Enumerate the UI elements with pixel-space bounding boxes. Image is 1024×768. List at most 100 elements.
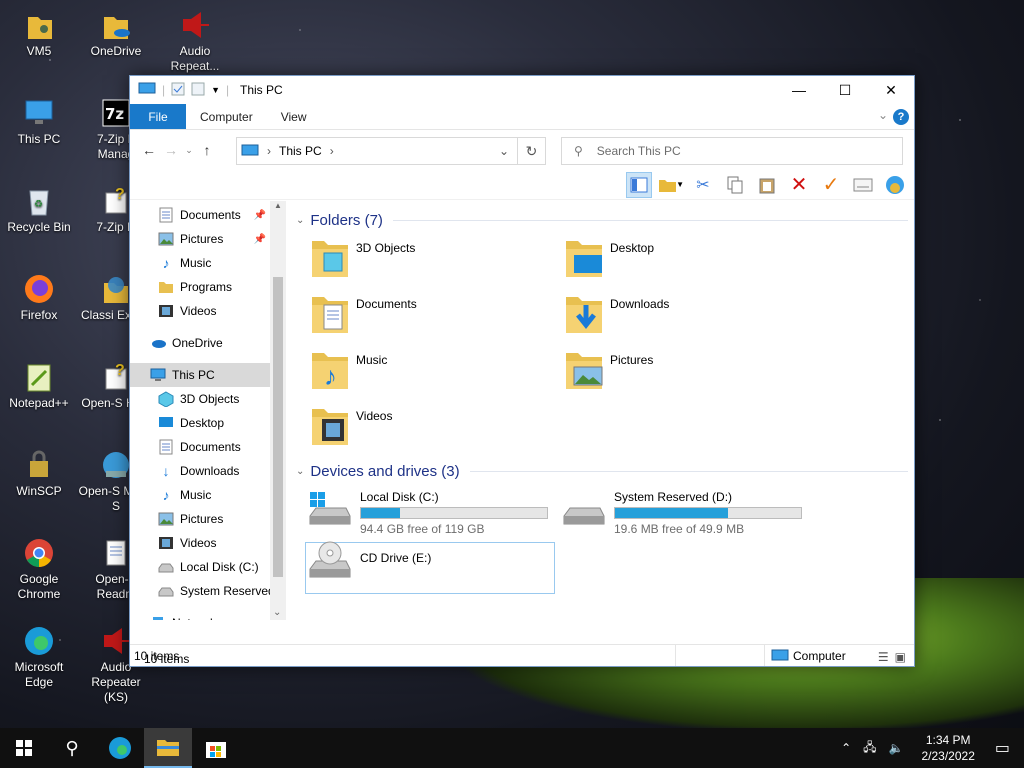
group-divider: [469, 470, 908, 472]
folder-name: Videos: [356, 409, 393, 423]
properties-icon[interactable]: [171, 82, 185, 99]
address-dropdown-icon[interactable]: ⌄: [499, 144, 509, 158]
start-button[interactable]: [0, 728, 48, 768]
folder-music[interactable]: ♪ Music: [310, 347, 550, 399]
taskbar-edge[interactable]: [96, 728, 144, 768]
maximize-button[interactable]: ☐: [822, 76, 868, 104]
action-center-icon[interactable]: ▭: [995, 738, 1010, 758]
folder-pictures[interactable]: Pictures: [564, 347, 804, 399]
desktop-icon-microsoft-edge[interactable]: Microsoft Edge: [1, 624, 77, 690]
nav-item-pictures[interactable]: Pictures 📌: [130, 227, 286, 251]
nav-item-videos[interactable]: Videos: [130, 299, 286, 323]
folder-videos[interactable]: Videos: [310, 403, 550, 455]
paste-icon[interactable]: [754, 172, 780, 198]
drive-system-reserved-d[interactable]: System Reserved (D:) 19.6 MB free of 49.…: [560, 490, 810, 542]
desktop-icon-audio-repeat[interactable]: Audio Repeat...: [157, 8, 233, 74]
show-hidden-icons-icon[interactable]: ⌃: [841, 741, 851, 755]
network-icon[interactable]: 🖧: [863, 738, 876, 759]
nav-item-documents[interactable]: Documents 📌: [130, 203, 286, 227]
classic-explorer-icon: [99, 272, 133, 306]
collapse-chevron-icon[interactable]: ⌄: [296, 466, 304, 477]
folder-3d-objects[interactable]: 3D Objects: [310, 235, 550, 287]
nav-item-3d-objects[interactable]: 3D Objects: [130, 387, 286, 411]
refresh-button[interactable]: ↻: [518, 137, 546, 165]
scroll-up-icon[interactable]: ▲: [274, 201, 282, 210]
breadcrumb-chevron-icon[interactable]: ›: [267, 144, 271, 158]
nav-item-system-reserved[interactable]: System Reserved: [130, 579, 286, 603]
help-button[interactable]: ?: [893, 109, 909, 125]
desktop-icon-vm5[interactable]: VM5: [1, 8, 77, 59]
folder-name: Desktop: [610, 241, 655, 255]
address-bar[interactable]: › This PC › ⌄: [236, 137, 518, 165]
videos-folder-icon: [312, 409, 348, 445]
volume-icon[interactable]: 🔈: [889, 741, 904, 755]
nav-item-music[interactable]: ♪ Music: [130, 483, 286, 507]
nav-item-videos[interactable]: Videos: [130, 531, 286, 555]
folder-desktop[interactable]: Desktop: [564, 235, 804, 287]
desktop-icon-onedrive[interactable]: OneDrive: [78, 8, 154, 59]
folder-name: Documents: [356, 297, 417, 311]
desktop-icon-notepad-plus-plus[interactable]: Notepad++: [1, 360, 77, 411]
desktop-icon-label: VM5: [26, 44, 52, 58]
desktop-icon-this-pc[interactable]: This PC: [1, 96, 77, 147]
nav-item-music[interactable]: ♪ Music: [130, 251, 286, 275]
nav-item-programs[interactable]: Programs: [130, 275, 286, 299]
nav-item-this-pc[interactable]: This PC: [130, 363, 286, 387]
nav-item-pictures[interactable]: Pictures: [130, 507, 286, 531]
search-box[interactable]: ⚲ Search This PC: [561, 137, 903, 165]
nav-item-onedrive[interactable]: OneDrive: [130, 331, 286, 355]
up-button[interactable]: ↑: [196, 142, 218, 158]
scroll-down-icon[interactable]: ⌄: [273, 607, 281, 618]
folders-group-header[interactable]: ⌄ Folders (7): [290, 208, 914, 232]
tab-computer[interactable]: Computer: [186, 104, 267, 129]
desktop-icon-winscp[interactable]: WinSCP: [1, 448, 77, 499]
nav-item-local-disk-c[interactable]: Local Disk (C:): [130, 555, 286, 579]
navigation-pane-toggle-icon[interactable]: [626, 171, 652, 198]
open-shell-settings-icon[interactable]: [882, 172, 908, 198]
onedrive-folder-icon: [99, 8, 133, 42]
taskbar-store[interactable]: [192, 728, 240, 768]
desktop-icon-firefox[interactable]: Firefox: [1, 272, 77, 323]
desktop-icon-recycle-bin[interactable]: ♻ Recycle Bin: [1, 184, 77, 235]
tab-view[interactable]: View: [267, 104, 321, 129]
drive-local-disk-c[interactable]: Local Disk (C:) 94.4 GB free of 119 GB: [306, 490, 556, 542]
clock[interactable]: 1:34 PM 2/23/2022: [921, 732, 974, 764]
new-folder-icon[interactable]: [191, 82, 205, 99]
customize-qat-icon[interactable]: ▼: [211, 85, 220, 95]
network-icon: [150, 615, 166, 620]
breadcrumb-this-pc[interactable]: This PC: [279, 144, 322, 158]
properties-check-icon[interactable]: ✓: [818, 172, 844, 198]
this-pc-icon[interactable]: [138, 82, 156, 99]
devices-group-header[interactable]: ⌄ Devices and drives (3): [290, 459, 914, 483]
nav-scrollbar[interactable]: ▲ ⌄: [270, 201, 286, 620]
desktop-icon-google-chrome[interactable]: Google Chrome: [1, 536, 77, 602]
minimize-button[interactable]: —: [776, 76, 822, 104]
cut-icon[interactable]: ✂: [690, 172, 716, 198]
desktop-icon-label: Notepad++: [9, 396, 69, 410]
email-icon[interactable]: [850, 172, 876, 198]
delete-icon[interactable]: ✕: [786, 172, 812, 198]
folder-options-icon[interactable]: ▼: [658, 172, 684, 198]
close-button[interactable]: ✕: [868, 76, 914, 104]
recent-locations-button[interactable]: ⌄: [182, 145, 196, 156]
nav-item-documents[interactable]: Documents: [130, 435, 286, 459]
copy-icon[interactable]: [722, 172, 748, 198]
folder-documents[interactable]: Documents: [310, 291, 550, 343]
nav-item-label: Music: [180, 488, 212, 502]
back-button[interactable]: ←: [138, 142, 160, 158]
breadcrumb-chevron-icon[interactable]: ›: [330, 144, 334, 158]
drive-cd-drive-e[interactable]: CD Drive (E:): [305, 541, 555, 594]
taskbar-file-explorer[interactable]: [144, 728, 192, 768]
collapse-chevron-icon[interactable]: ⌄: [296, 215, 304, 226]
tab-file[interactable]: File: [130, 104, 186, 129]
search-button[interactable]: ⚲: [48, 728, 96, 768]
nav-item-network[interactable]: Network: [130, 611, 286, 620]
folder-downloads[interactable]: Downloads: [564, 291, 804, 343]
expand-ribbon-icon[interactable]: ⌄: [878, 108, 888, 122]
nav-scrollbar-thumb[interactable]: [273, 277, 283, 577]
nav-item-downloads[interactable]: ↓ Downloads: [130, 459, 286, 483]
forward-button[interactable]: →: [160, 142, 182, 158]
title-bar[interactable]: | ▼ | This PC — ☐ ✕: [130, 76, 914, 104]
navigation-pane: Documents 📌 Pictures 📌 ♪ Music Programs Videos O…: [130, 201, 286, 620]
nav-item-desktop[interactable]: Desktop: [130, 411, 286, 435]
